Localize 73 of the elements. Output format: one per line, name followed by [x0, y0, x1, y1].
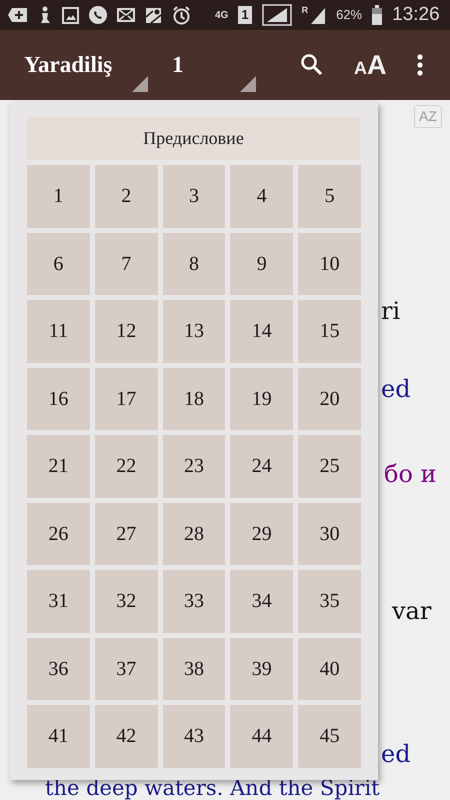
chapter-button[interactable]: 10	[298, 232, 361, 295]
chapter-button[interactable]: 14	[230, 300, 294, 362]
chapter-button[interactable]: 13	[162, 300, 226, 362]
dropdown-corner-icon	[240, 76, 256, 92]
chapter-button[interactable]: 42	[94, 705, 158, 768]
dropdown-corner-icon	[132, 76, 148, 92]
signal-icon	[310, 6, 326, 24]
chapter-button[interactable]: 45	[298, 705, 361, 768]
chapter-button[interactable]: 22	[94, 435, 158, 498]
chapter-button[interactable]: 25	[298, 435, 361, 498]
sim-badge: 1	[238, 6, 252, 24]
chapter-button[interactable]: 18	[162, 368, 226, 430]
verse-text: бо и	[384, 459, 437, 489]
image-icon	[62, 6, 79, 24]
chapter-button[interactable]: 7	[94, 232, 158, 295]
chapter-button[interactable]: 34	[230, 570, 294, 632]
chapter-dropdown[interactable]: 1	[172, 30, 254, 100]
verse-text: var	[392, 596, 432, 626]
signal-icon	[262, 4, 292, 26]
battery-percent: 62%	[336, 6, 362, 24]
battery-icon	[372, 5, 382, 25]
chapter-button[interactable]: 21	[27, 435, 90, 498]
chapter-button[interactable]: 33	[162, 570, 226, 632]
chapter-button[interactable]: 2	[94, 165, 158, 228]
chapter-button[interactable]: 40	[298, 638, 361, 700]
chapter-button[interactable]: 36	[27, 638, 90, 700]
verse-text: ed	[381, 739, 411, 769]
chapter-button[interactable]: 20	[298, 368, 361, 430]
chapter-button[interactable]: 30	[298, 502, 361, 565]
chapter-button[interactable]: 6	[27, 232, 90, 295]
chapter-button[interactable]: 39	[230, 638, 294, 700]
chapter-button[interactable]: 12	[94, 300, 158, 362]
network-type: 4G	[215, 8, 228, 22]
chapter-button[interactable]: 32	[94, 570, 158, 632]
chapter-button[interactable]: 43	[162, 705, 226, 768]
search-icon[interactable]	[300, 53, 324, 77]
book-dropdown[interactable]: Yaradiliş	[24, 30, 146, 100]
chapter-button[interactable]: 4	[230, 165, 294, 228]
roaming-indicator: R	[302, 4, 308, 17]
chapter-button[interactable]: 8	[162, 232, 226, 295]
figure-icon	[38, 6, 52, 24]
chapter-button[interactable]: 15	[298, 300, 361, 362]
chapter-button[interactable]: 27	[94, 502, 158, 565]
add-icon	[8, 7, 28, 23]
chapter-button[interactable]: 37	[94, 638, 158, 700]
chapter-button[interactable]: 28	[162, 502, 226, 565]
chapter-button[interactable]: 19	[230, 368, 294, 430]
more-icon[interactable]	[416, 54, 422, 76]
chapter-button[interactable]: 11	[27, 300, 90, 362]
verse-text: ed	[381, 374, 411, 404]
chapter-button[interactable]: 26	[27, 502, 90, 565]
mail-icon	[117, 8, 135, 22]
chapter-button[interactable]: 1	[27, 165, 90, 228]
chapter-button[interactable]: 3	[162, 165, 226, 228]
chapter-button[interactable]: 41	[27, 705, 90, 768]
chapter-button[interactable]: 5	[298, 165, 361, 228]
chapter-button[interactable]: 9	[230, 232, 294, 295]
chapter-button[interactable]: 16	[27, 368, 90, 430]
verse-text: the deep waters. And the Spirit	[45, 776, 380, 800]
clock: 13:26	[392, 2, 440, 27]
phone-icon	[89, 6, 107, 24]
chapter-button[interactable]: 35	[298, 570, 361, 632]
preface-button[interactable]: Предисловие	[27, 117, 360, 160]
chapter-button[interactable]: 23	[162, 435, 226, 498]
font-size-button[interactable]: AA	[354, 52, 386, 78]
chapter-button[interactable]: 38	[162, 638, 226, 700]
verse-text: ri	[381, 296, 400, 326]
chapter-button[interactable]: 44	[230, 705, 294, 768]
chapter-button[interactable]: 29	[230, 502, 294, 565]
alarm-icon	[172, 6, 191, 24]
chapter-button[interactable]: 17	[94, 368, 158, 430]
chapter-button[interactable]: 31	[27, 570, 90, 632]
chapter-button[interactable]: 24	[230, 435, 294, 498]
